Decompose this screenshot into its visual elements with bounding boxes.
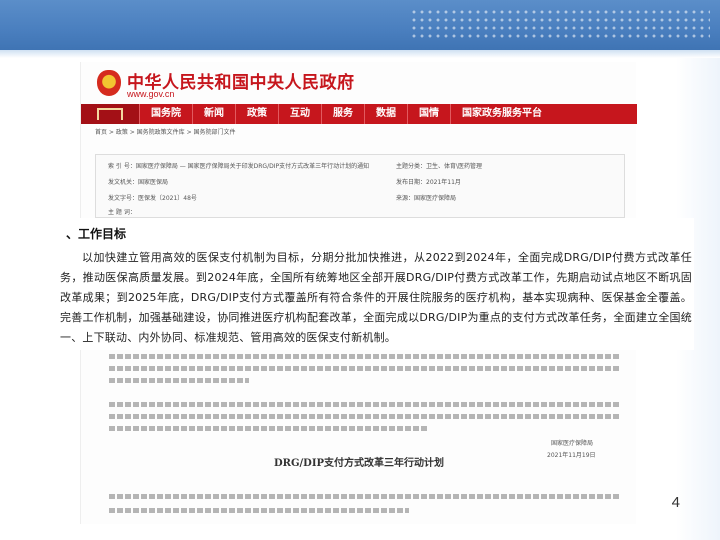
meta-date-value: 2021年11月: [426, 179, 461, 186]
meta-source-row: 来源：国家医疗保障局: [396, 193, 456, 202]
meta-issuer-label: 发文机关：: [108, 179, 139, 186]
meta-issuer-value: 国家医保局: [138, 179, 169, 186]
meta-index-label: 索 引 号：: [108, 163, 136, 170]
site-url: www.gov.cn: [127, 89, 175, 99]
section-title: 、工作目标: [66, 227, 127, 241]
document-meta-box: 索 引 号：国家医疗保障局 — 国家医疗保障局关于印发DRG/DIP支付方式改革…: [95, 154, 625, 218]
article-text-line: [109, 426, 429, 431]
slide-header-fade: [0, 50, 720, 58]
nav-item-data[interactable]: 数据: [364, 104, 407, 124]
nav-item-service[interactable]: 服务: [321, 104, 364, 124]
meta-date-label: 发布日期：: [396, 179, 427, 186]
meta-source-label: 来源：: [396, 195, 415, 202]
meta-index-row: 索 引 号：国家医疗保障局 — 国家医疗保障局关于印发DRG/DIP支付方式改革…: [108, 161, 369, 170]
signature-org: 国家医疗保障局: [551, 440, 594, 447]
page-number: 4: [671, 494, 680, 511]
nav-item-service-platform[interactable]: 国家政务服务平台: [450, 104, 553, 124]
breadcrumb[interactable]: 首页 > 政策 > 国务院政策文件库 > 国务院部门文件: [95, 127, 236, 136]
meta-source-value: 国家医疗保障局: [414, 195, 457, 202]
work-goal-paragraph: 以加快建立管用高效的医保支付机制为目标，分期分批加快推进，从2022到2024年…: [60, 251, 692, 344]
article-text-line: [109, 508, 409, 513]
meta-date-row: 发布日期：2021年11月: [396, 177, 461, 186]
article-text-line: [109, 494, 619, 499]
meta-topic-row: 主题分类：卫生、体育\医药管理: [396, 161, 482, 170]
meta-docno-label: 发文字号：: [108, 195, 139, 202]
nav-item-news[interactable]: 新闻: [192, 104, 235, 124]
nav-item-national-info[interactable]: 国情: [407, 104, 450, 124]
nav-item-guowuyuan[interactable]: 国务院: [139, 104, 192, 124]
nav-item-policy[interactable]: 政策: [235, 104, 278, 124]
document-title: DRG/DIP支付方式改革三年行动计划: [273, 458, 445, 469]
meta-topic-label: 主题分类：: [396, 163, 427, 170]
gov-site-header: 中华人民共和国中央人民政府 www.gov.cn: [81, 62, 637, 104]
meta-docno-value: 医保发〔2021〕48号: [138, 195, 197, 202]
article-text-line: [109, 402, 619, 407]
meta-issuer-row: 发文机关：国家医保局: [108, 177, 168, 186]
dot-pattern: [410, 8, 710, 42]
site-nav: 国务院 新闻 政策 互动 服务 数据 国情 国家政务服务平台: [81, 104, 637, 124]
meta-subject-row: 主 题 词：: [108, 207, 136, 216]
tiananmen-icon: [97, 108, 123, 120]
nav-item-interaction[interactable]: 互动: [278, 104, 321, 124]
slide-header-band: [0, 0, 720, 50]
article-text-line: [109, 414, 619, 419]
article-text-line: [109, 378, 249, 383]
meta-topic-value: 卫生、体育\医药管理: [426, 163, 483, 170]
meta-docno-row: 发文字号：医保发〔2021〕48号: [108, 193, 197, 202]
nav-home-button[interactable]: [81, 104, 139, 124]
meta-index-value: 国家医疗保障局 — 国家医疗保障局关于印发DRG/DIP支付方式改革三年行动计划…: [135, 163, 370, 170]
national-emblem-icon: [97, 70, 121, 96]
article-text-line: [109, 366, 619, 371]
article-text-line: [109, 354, 619, 359]
meta-subject-label: 主 题 词：: [108, 209, 136, 216]
